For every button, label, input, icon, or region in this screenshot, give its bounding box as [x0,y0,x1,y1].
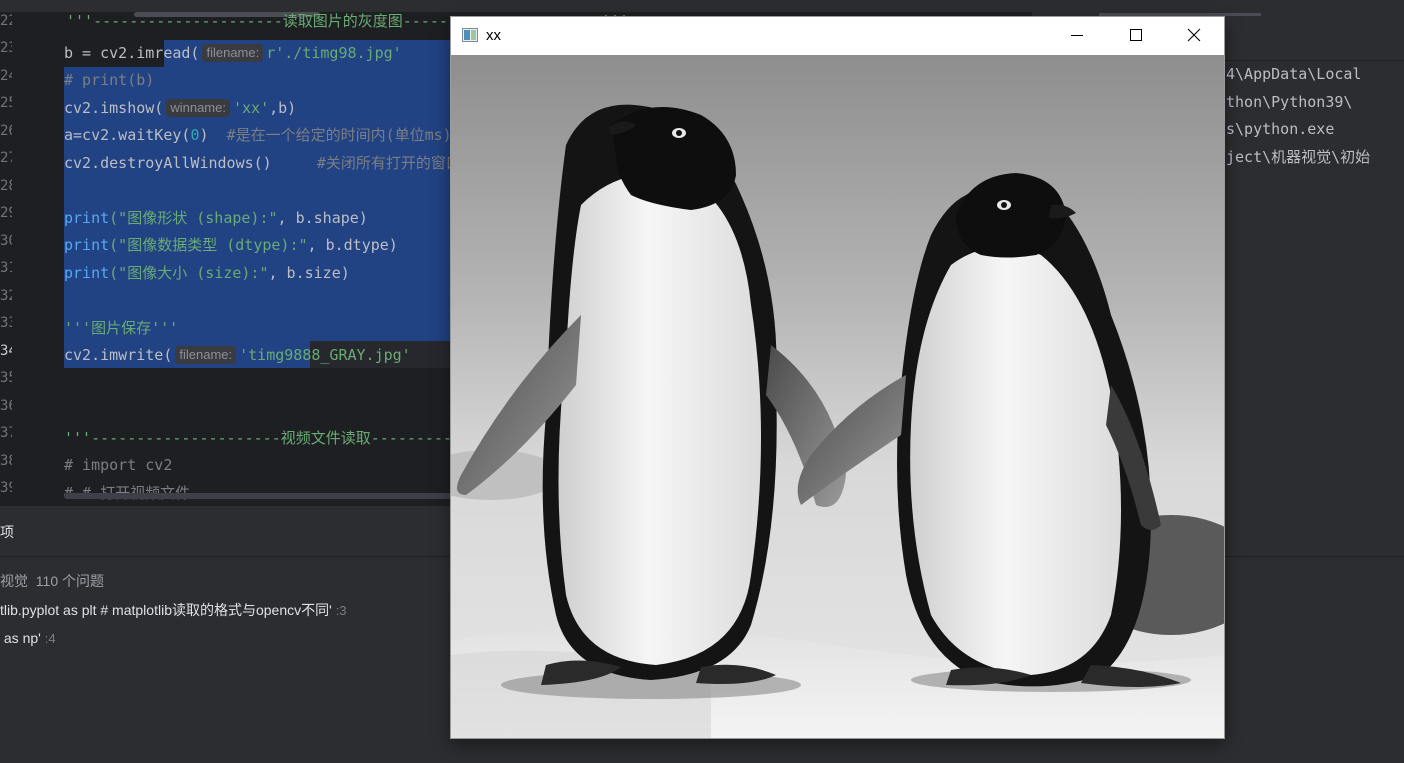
code-token: , b.dtype) [307,236,398,254]
code-token: print [64,209,110,227]
code-token: print [64,264,110,282]
line-number: 30 [0,233,12,249]
line-number: 38 [0,453,12,469]
line-number-current: 34 [0,343,12,359]
line-number: 22 [0,13,12,29]
param-hint: filename: [175,346,237,364]
line-number: 27 [0,150,12,166]
problem-text: as np' [0,630,41,646]
console-line: s\python.exe [1226,120,1335,138]
line-number-gutter[interactable]: 22 23 24 25 26 27 28 29 30 31 32 33 34 3… [0,12,62,506]
code-token: ("图像大小 (size):" [109,264,269,282]
penguins-photo [451,55,1224,738]
app-icon [462,28,478,42]
code-token: # import cv2 [64,456,173,474]
line-number: 25 [0,95,12,111]
code-token: cv2.imwrite( [64,346,173,364]
console-line: thon\Python39\ [1226,93,1353,111]
minimize-icon [1071,35,1083,36]
console-line: ject\机器视觉\初始 [1226,148,1371,166]
line-number: 28 [0,178,12,194]
horizontal-scrollbar[interactable] [64,493,454,499]
close-button[interactable] [1164,17,1222,54]
problem-item[interactable]: as np' :4 [0,630,56,646]
problems-file-row[interactable]: 视觉 110 个问题 [0,571,104,591]
problems-tab-title[interactable]: 项 [0,522,14,542]
code-token: ("图像形状 (shape):" [109,209,278,227]
close-icon [1187,28,1201,42]
line-number: 33 [0,315,12,331]
problem-item[interactable]: tlib.pyplot as plt # matplotlib读取的格式与ope… [0,600,347,620]
line-number: 23 [0,40,12,56]
code-token: a=cv2.waitKey( [64,126,191,144]
code-token: r'./timg98.jpg' [266,44,402,62]
line-number: 26 [0,123,12,139]
problems-count: 110 个问题 [35,573,104,589]
code-token: , b.size) [268,264,350,282]
line-number: 29 [0,205,12,221]
code-token: ) [199,126,227,144]
param-hint: winname: [166,99,230,117]
problem-line: :3 [335,603,347,618]
console-line: 4\AppData\Local [1226,65,1362,83]
window-title: xx [486,27,501,44]
minimize-button[interactable] [1048,17,1106,54]
code-token: #关闭所有打开的窗口 [316,154,461,172]
line-number: 39 [0,480,12,496]
code-token: ,b) [269,99,297,117]
maximize-icon [1130,29,1142,41]
code-token: print [64,236,110,254]
maximize-button[interactable] [1106,17,1164,54]
code-token: 'timg9888_GRAY.jpg' [239,346,411,364]
code-token: '''图片保存''' [64,319,179,337]
image-canvas [451,55,1224,738]
window-title-bar[interactable]: xx [451,17,1224,54]
line-number: 35 [0,370,12,386]
line-number: 36 [0,398,12,414]
code-token: cv2.imshow( [64,99,164,117]
code-token: cv2.destroyAllWindows() [64,154,317,172]
param-hint: filename: [202,44,264,62]
line-number: 31 [0,260,12,276]
line-number: 37 [0,425,12,441]
code-token: # print(b) [64,71,155,89]
code-token: , b.shape) [277,209,368,227]
problem-text: tlib.pyplot as plt # matplotlib读取的格式与ope… [0,602,332,618]
problem-line: :4 [44,631,56,646]
problems-file-name: 视觉 [0,573,28,589]
line-number: 24 [0,68,12,84]
code-token: ("图像数据类型 (dtype):" [109,236,308,254]
line-number: 32 [0,288,12,304]
code-token: 'xx' [232,99,270,117]
image-window[interactable]: xx [451,17,1224,738]
code-token: b = cv2.imread( [64,44,200,62]
